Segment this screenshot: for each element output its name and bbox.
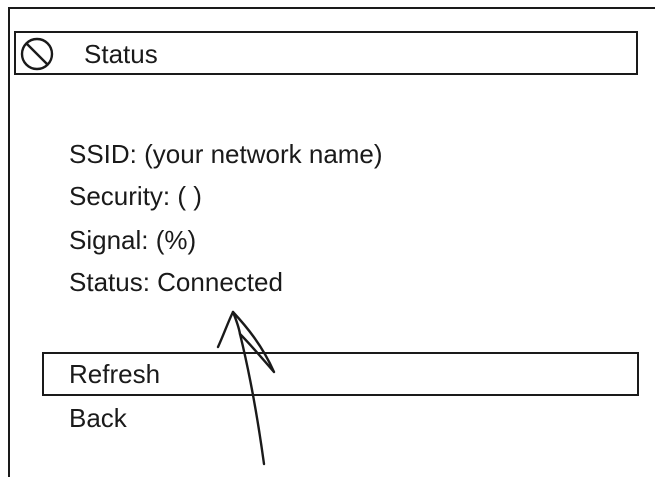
title-bar: Status: [14, 31, 638, 75]
no-signal-icon: [20, 37, 54, 71]
security-text: Security: ( ): [69, 181, 202, 211]
connection-status-text: Status: Connected: [69, 267, 283, 297]
signal-text: Signal: (%): [69, 225, 197, 255]
ssid-text: SSID: (your network name): [69, 139, 383, 169]
pointer-arrow-icon: [216, 310, 276, 466]
back-menu-item[interactable]: Back: [42, 398, 639, 442]
page-title: Status: [84, 39, 158, 69]
refresh-menu-item[interactable]: Refresh: [42, 352, 639, 396]
